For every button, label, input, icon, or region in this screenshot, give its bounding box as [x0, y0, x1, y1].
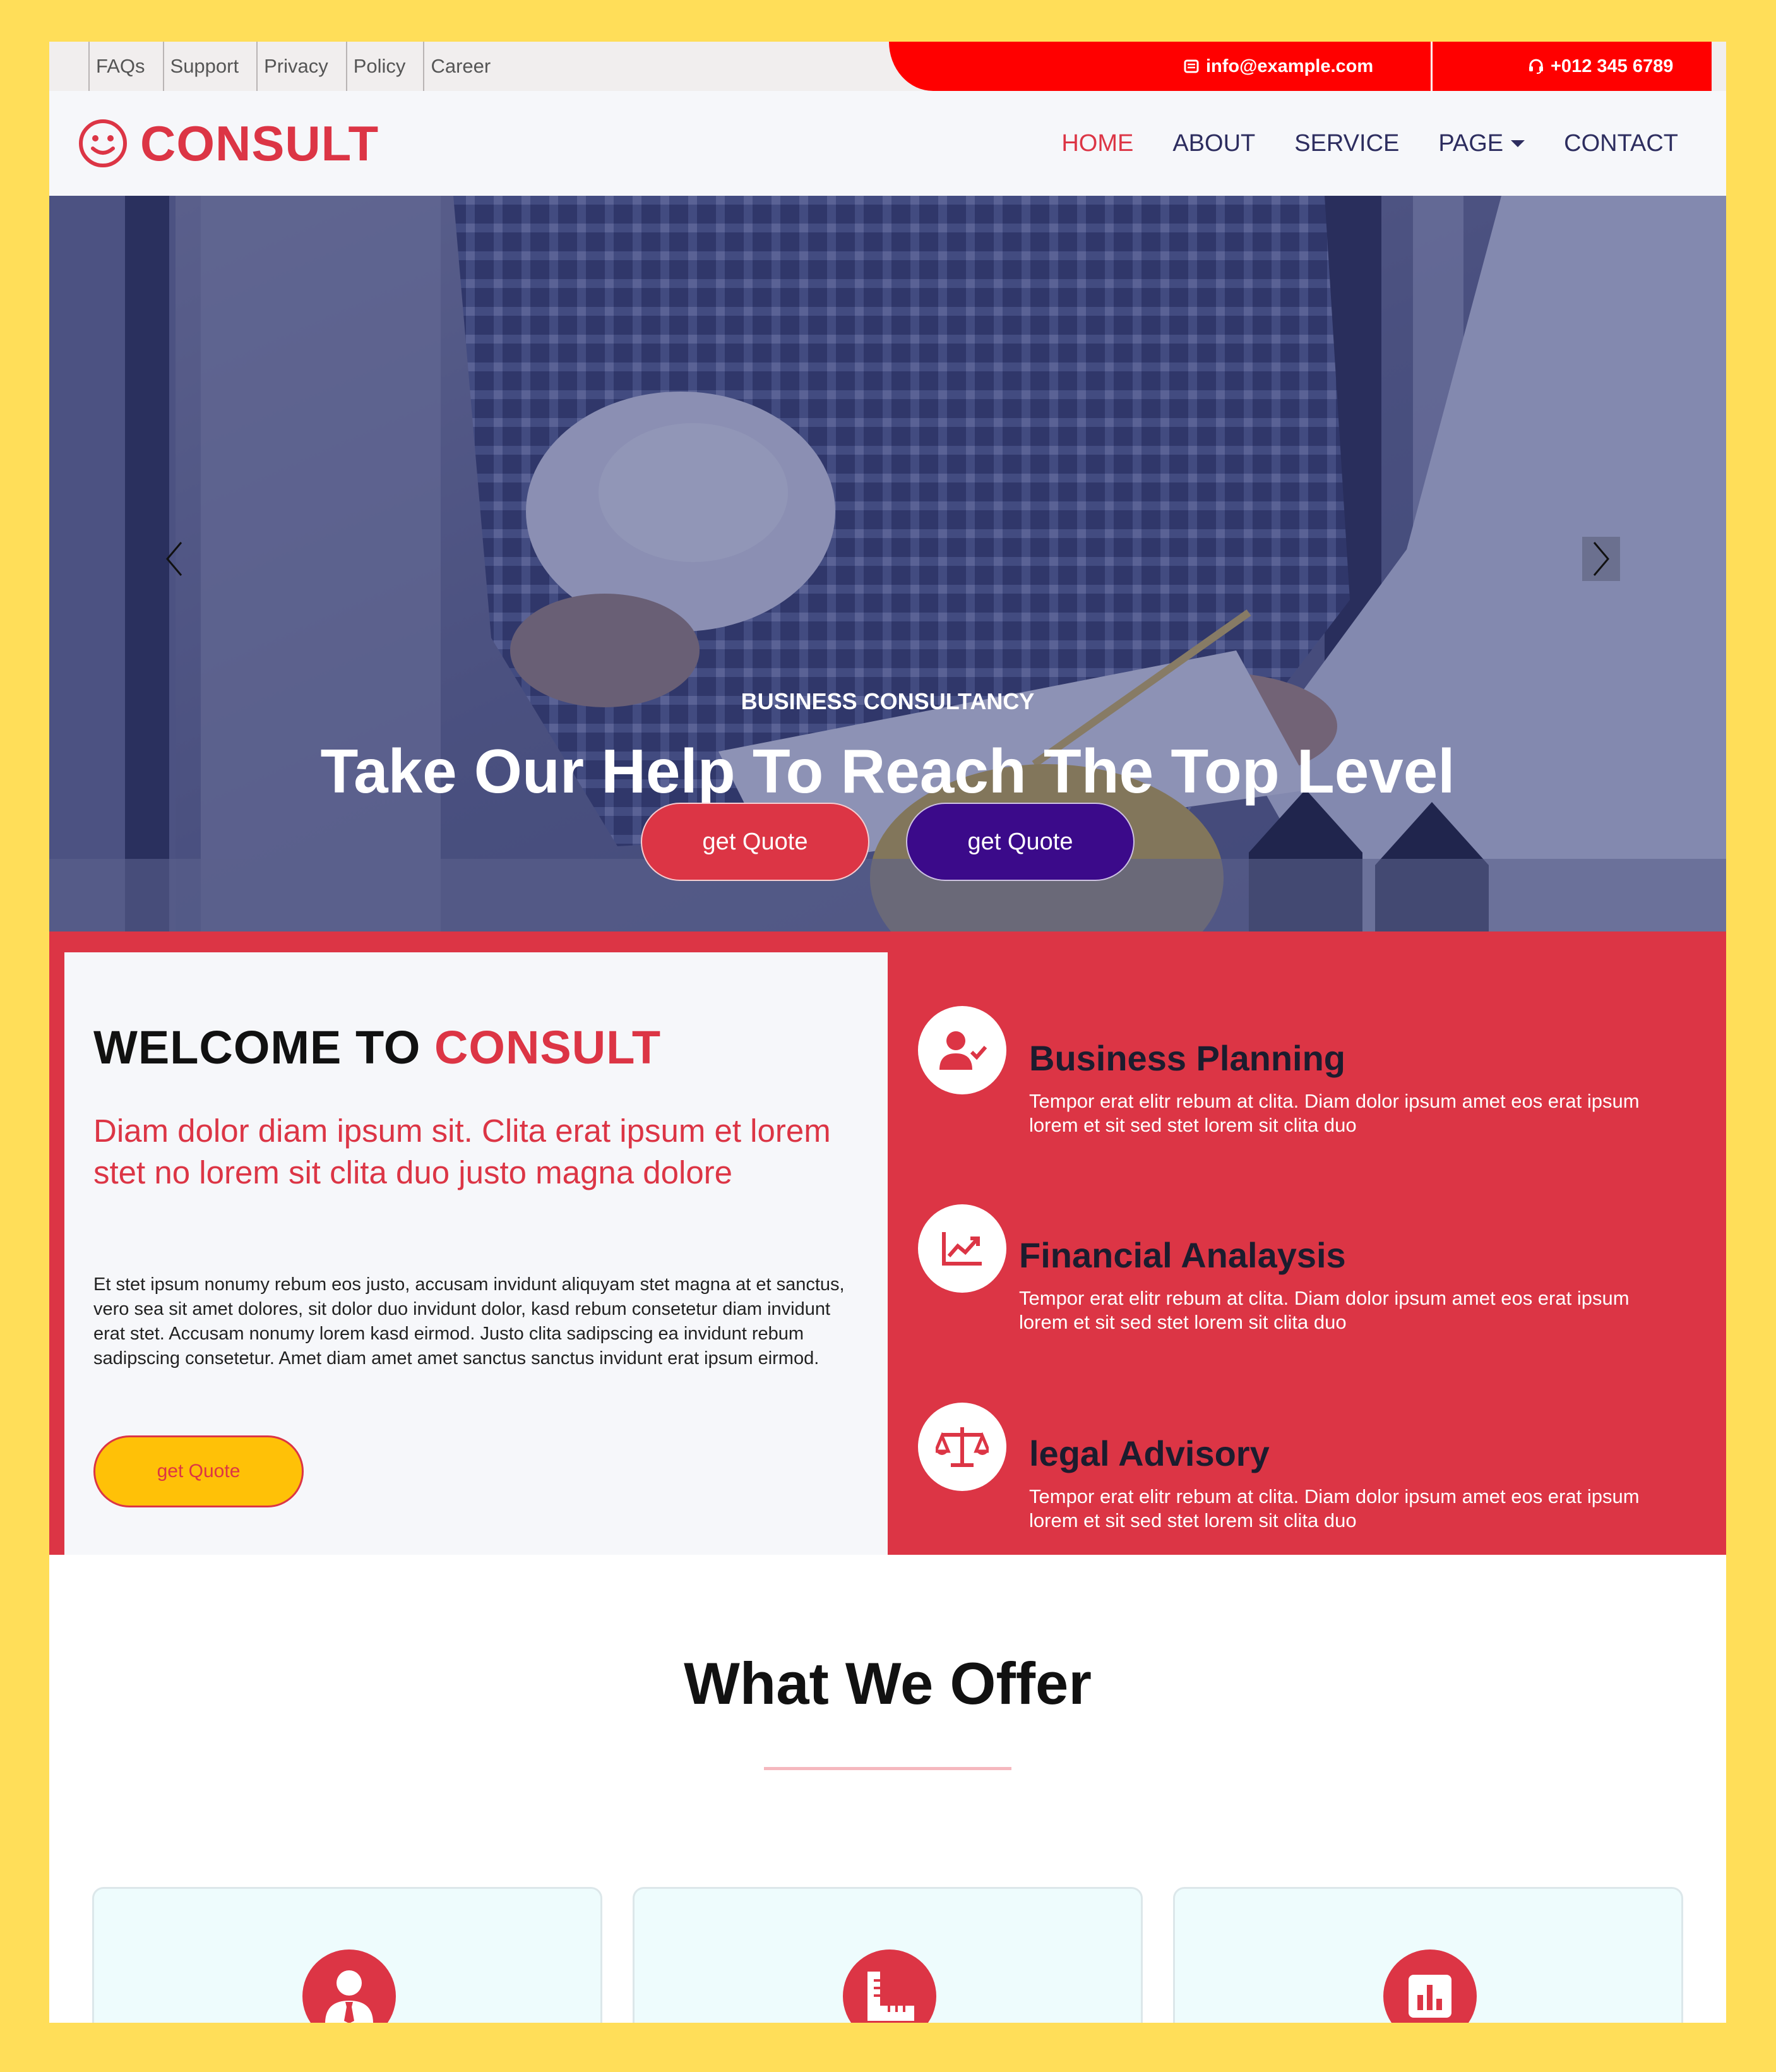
offer-heading-underline — [764, 1767, 1011, 1770]
contact-bar: info@example.com +012 345 6789 — [889, 42, 1712, 91]
hero-title: Take Our Help To Reach The Top Level — [320, 736, 1455, 806]
hero-carousel: BUSINESS CONSULTANCY Take Our Help To Re… — [49, 196, 1726, 931]
topbar-phone[interactable]: +012 345 6789 — [1528, 42, 1673, 91]
envelope-icon — [1184, 59, 1199, 73]
hero-get-quote-button[interactable]: get Quote — [641, 803, 869, 881]
balance-scale-icon — [918, 1403, 1006, 1491]
main-nav: HOME ABOUT SERVICE PAGE CONTACT — [1061, 91, 1678, 196]
offer-card[interactable] — [633, 1887, 1143, 2023]
topbar-link-support[interactable]: Support — [162, 42, 257, 91]
welcome-panel: WELCOME TO CONSULT Diam dolor diam ipsum… — [64, 952, 888, 1555]
carousel-next-button[interactable] — [1582, 537, 1620, 581]
topbar-link-career[interactable]: Career — [423, 42, 508, 91]
service-title: Business Planning — [1029, 1038, 1345, 1078]
smile-icon — [79, 119, 127, 167]
page: FAQs Support Privacy Policy Career info@… — [49, 42, 1726, 2023]
welcome-body: Et stet ipsum nonumy rebum eos justo, ac… — [93, 1274, 845, 1368]
nav-page-label: PAGE — [1438, 129, 1504, 157]
welcome-heading: WELCOME TO CONSULT — [93, 1021, 661, 1074]
welcome-heading-accent: CONSULT — [434, 1021, 662, 1074]
phone-text: +012 345 6789 — [1551, 56, 1674, 76]
chevron-right-icon — [1593, 542, 1609, 576]
topbar: FAQs Support Privacy Policy Career info@… — [49, 42, 1726, 91]
welcome-lead: Diam dolor diam ipsum sit. Clita erat ip… — [93, 1113, 831, 1190]
topbar-links: FAQs Support Privacy Policy Career — [88, 42, 508, 91]
email-text: info@example.com — [1206, 56, 1374, 76]
nav-about[interactable]: ABOUT — [1172, 130, 1255, 157]
welcome-get-quote-button[interactable]: get Quote — [93, 1435, 304, 1507]
offer-card[interactable] — [1173, 1887, 1683, 2023]
navbar: CONSULT HOME ABOUT SERVICE PAGE CONTACT — [49, 91, 1726, 196]
brand-name: CONSULT — [140, 115, 379, 171]
headset-icon — [1529, 59, 1543, 74]
nav-contact[interactable]: CONTACT — [1564, 130, 1678, 157]
topbar-link-policy[interactable]: Policy — [345, 42, 424, 91]
service-title: Financial Analaysis — [1019, 1235, 1346, 1275]
caret-down-icon — [1511, 140, 1525, 147]
user-tie-icon — [302, 1949, 396, 2023]
carousel-prev-button[interactable] — [155, 537, 193, 581]
welcome-heading-prefix: WELCOME TO — [93, 1021, 421, 1074]
chart-bar-icon — [1383, 1949, 1477, 2023]
user-check-icon — [918, 1006, 1006, 1094]
topbar-email[interactable]: info@example.com — [1183, 42, 1373, 91]
service-text: Tempor erat elitr rebum at clita. Diam d… — [1029, 1090, 1640, 1136]
service-text: Tempor erat elitr rebum at clita. Diam d… — [1029, 1485, 1640, 1531]
chevron-left-icon — [166, 542, 182, 576]
service-text: Tempor erat elitr rebum at clita. Diam d… — [1019, 1287, 1630, 1333]
topbar-link-privacy[interactable]: Privacy — [256, 42, 346, 91]
hero-get-quote-secondary-button[interactable]: get Quote — [906, 803, 1135, 881]
pencil-ruler-icon — [843, 1949, 936, 2023]
offer-heading: What We Offer — [684, 1650, 1092, 1716]
hero-buttons: get Quote get Quote — [49, 803, 1726, 881]
contact-divider — [1431, 42, 1433, 91]
nav-service[interactable]: SERVICE — [1294, 130, 1399, 157]
about-section: WELCOME TO CONSULT Diam dolor diam ipsum… — [49, 931, 1726, 1555]
service-title: legal Advisory — [1029, 1434, 1270, 1473]
chart-line-icon — [918, 1204, 1006, 1293]
brand-logo[interactable]: CONSULT — [77, 116, 379, 171]
nav-page-dropdown[interactable]: PAGE — [1438, 130, 1525, 157]
hero-kicker: BUSINESS CONSULTANCY — [741, 688, 1035, 714]
offer-card[interactable] — [92, 1887, 602, 2023]
nav-home[interactable]: HOME — [1061, 130, 1133, 157]
topbar-link-faqs[interactable]: FAQs — [88, 42, 163, 91]
offer-section: What We Offer — [49, 1555, 1726, 2023]
